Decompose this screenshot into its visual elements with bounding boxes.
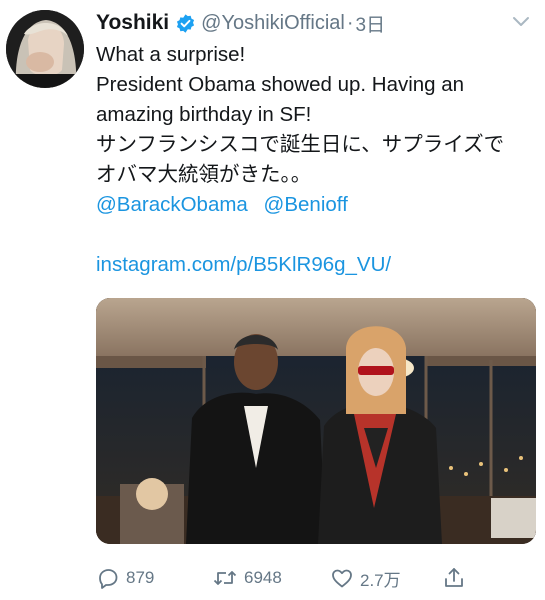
timestamp[interactable]: 3日 [356, 10, 386, 37]
tweet-line: What a surprise! [96, 43, 246, 66]
separator-dot: · [346, 11, 354, 34]
display-name[interactable]: Yoshiki [96, 11, 169, 35]
handle[interactable]: @YoshikiOfficial [201, 12, 345, 35]
tweet-line: サンフランシスコで誕生日に、サプライズで [96, 133, 505, 156]
share-icon [445, 568, 463, 587]
reply-count: 879 [126, 568, 155, 587]
reply-button[interactable]: 879 [96, 560, 154, 596]
mention-barackobama[interactable]: @BarackObama [96, 193, 248, 216]
retweet-count: 6948 [244, 568, 282, 587]
tweet-line: amazing birthday in SF! [96, 103, 312, 126]
instagram-link[interactable]: instagram.com/p/B5KlR96g_VU/ [96, 250, 536, 280]
tweet-actions: 879 6948 2.7万 [96, 560, 536, 596]
avatar[interactable] [6, 10, 84, 88]
tweet-line: President Obama showed up. Having an [96, 73, 465, 96]
verified-badge-icon [175, 13, 196, 34]
tweet-line: オバマ大統領がきた。。 [96, 163, 312, 186]
share-button[interactable] [442, 560, 472, 596]
chevron-down-icon[interactable] [511, 14, 531, 28]
tweet-text: What a surprise! President Obama showed … [96, 40, 536, 280]
like-button[interactable]: 2.7万 [330, 560, 401, 596]
tweet-header: Yoshiki @YoshikiOfficial · 3日 [96, 8, 385, 38]
heart-icon [332, 569, 352, 588]
like-count: 2.7万 [360, 570, 401, 590]
mention-benioff[interactable]: @Benioff [264, 193, 348, 216]
reply-icon [99, 569, 118, 589]
retweet-button[interactable]: 6948 [212, 560, 282, 596]
mentions: @BarackObama @Benioff [96, 190, 536, 220]
tweet-photo[interactable] [96, 298, 536, 544]
retweet-icon [213, 571, 237, 585]
